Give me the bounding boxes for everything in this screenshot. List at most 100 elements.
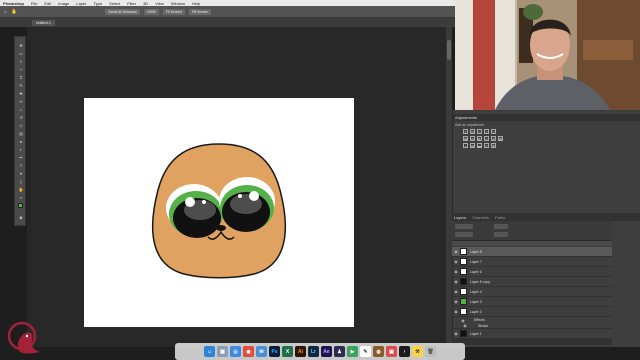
- launchpad-icon[interactable]: ▦: [217, 346, 228, 357]
- word-icon[interactable]: ✎: [360, 346, 371, 357]
- layer-name[interactable]: Layer 8: [470, 250, 482, 254]
- gradient-map-icon[interactable]: ▭: [484, 143, 489, 148]
- blur-icon[interactable]: ●: [18, 139, 24, 144]
- history-brush-icon[interactable]: ↺: [18, 115, 24, 120]
- effects-eye-icon[interactable]: ◉: [452, 318, 474, 323]
- hand-tool-icon[interactable]: ✋: [11, 9, 17, 15]
- excel-icon[interactable]: X: [282, 346, 293, 357]
- photo-filter-icon[interactable]: ◎: [484, 136, 489, 141]
- layer-name[interactable]: Layer 1: [470, 332, 482, 336]
- menu-edit[interactable]: Edit: [44, 1, 51, 6]
- menu-3d[interactable]: 3D: [143, 1, 148, 6]
- menu-help[interactable]: Help: [192, 1, 200, 6]
- layer-row-6[interactable]: ◉ Layer 6: [452, 267, 612, 277]
- hue-saturation-icon[interactable]: ▦: [463, 136, 468, 141]
- posterize-icon[interactable]: ▤: [470, 143, 475, 148]
- scroll-all-windows-checkbox[interactable]: Scroll All Windows: [105, 8, 140, 15]
- color-balance-icon[interactable]: ⚖: [470, 136, 475, 141]
- tab-paths[interactable]: Paths: [495, 215, 505, 220]
- terminal-icon[interactable]: ›: [399, 346, 410, 357]
- move-icon[interactable]: ✥: [18, 43, 24, 48]
- layer-name[interactable]: Layer 5 copy: [470, 280, 490, 284]
- visibility-eye-icon[interactable]: ◉: [452, 289, 460, 294]
- gradient-icon[interactable]: ▤: [18, 131, 24, 136]
- xcode-icon[interactable]: ⚒: [412, 346, 423, 357]
- brightness-icon[interactable]: ☀: [463, 129, 468, 134]
- vibrance-icon[interactable]: ▽: [491, 129, 496, 134]
- foreground-color-swatch[interactable]: [18, 203, 23, 208]
- menu-file[interactable]: File: [31, 1, 37, 6]
- menu-view[interactable]: View: [155, 1, 164, 6]
- visibility-eye-icon[interactable]: ◉: [452, 279, 460, 284]
- fill-field[interactable]: [494, 224, 508, 229]
- chrome-icon[interactable]: ◉: [243, 346, 254, 357]
- document-tab[interactable]: Untitled-1: [32, 19, 55, 26]
- illustrator-icon[interactable]: Ai: [295, 346, 306, 357]
- pen-icon[interactable]: ✒: [18, 155, 24, 160]
- safari-icon[interactable]: ◎: [230, 346, 241, 357]
- layer-row-2[interactable]: ◉ Layer 2: [452, 307, 612, 317]
- crop-icon[interactable]: ⌗: [18, 75, 24, 80]
- black-white-icon[interactable]: ◧: [477, 136, 482, 141]
- photoshop-icon[interactable]: Ps: [269, 346, 280, 357]
- tab-layers[interactable]: Layers: [454, 215, 466, 220]
- levels-icon[interactable]: ▥: [470, 129, 475, 134]
- menu-type[interactable]: Type: [93, 1, 102, 6]
- blend-mode-select[interactable]: [455, 232, 473, 237]
- marquee-icon[interactable]: ▭: [18, 51, 24, 56]
- opacity-field[interactable]: [494, 232, 508, 237]
- visibility-eye-icon[interactable]: ◉: [452, 259, 460, 264]
- visibility-eye-icon[interactable]: ◉: [452, 249, 460, 254]
- visibility-eye-icon[interactable]: ◉: [452, 299, 460, 304]
- curves-icon[interactable]: ∿: [477, 129, 482, 134]
- layer-row-5-copy[interactable]: ◉ Layer 5 copy: [452, 277, 612, 287]
- layer-name[interactable]: Layer 6: [470, 270, 482, 274]
- scrollbar-thumb[interactable]: [447, 40, 451, 60]
- threshold-icon[interactable]: ▬: [477, 143, 482, 148]
- fit-screen-button[interactable]: Fit Screen: [162, 8, 185, 15]
- visibility-eye-icon[interactable]: ◉: [452, 331, 460, 336]
- home-icon[interactable]: ⌂: [4, 9, 7, 15]
- layer-row-8[interactable]: ◉ Layer 8: [452, 247, 612, 257]
- visibility-eye-icon[interactable]: ◉: [452, 309, 460, 314]
- dodge-icon[interactable]: ◐: [18, 147, 24, 152]
- app-menu[interactable]: Photoshop: [3, 1, 24, 6]
- quick-mask-icon[interactable]: ◙: [18, 215, 24, 220]
- finder-icon[interactable]: ☺: [204, 346, 215, 357]
- stamp-icon[interactable]: ⊥: [18, 107, 24, 112]
- zoom-100-button[interactable]: 100%: [143, 8, 159, 15]
- path-select-icon[interactable]: ➤: [18, 171, 24, 176]
- layer-name[interactable]: Layer 2: [470, 310, 482, 314]
- visibility-eye-icon[interactable]: ◉: [452, 269, 460, 274]
- menu-layer[interactable]: Layer: [76, 1, 86, 6]
- layer-row-7[interactable]: ◉ Layer 7: [452, 257, 612, 267]
- hand-icon[interactable]: ✋: [18, 187, 24, 192]
- lightroom-icon[interactable]: Lr: [308, 346, 319, 357]
- menu-filter[interactable]: Filter: [127, 1, 136, 6]
- magic-wand-icon[interactable]: ✧: [18, 67, 24, 72]
- fill-screen-button[interactable]: Fill Screen: [188, 8, 212, 15]
- tab-channels[interactable]: Channels: [472, 215, 489, 220]
- layer-row-3[interactable]: ◉ Layer 3: [452, 297, 612, 307]
- exposure-icon[interactable]: ±: [484, 129, 489, 134]
- layer-name[interactable]: Layer 4: [470, 290, 482, 294]
- eraser-icon[interactable]: ◇: [18, 123, 24, 128]
- menu-window[interactable]: Window: [171, 1, 185, 6]
- document-canvas[interactable]: [84, 98, 354, 327]
- brush-icon[interactable]: ✏: [18, 99, 24, 104]
- menu-image[interactable]: Image: [58, 1, 69, 6]
- shape-icon[interactable]: ▯: [18, 179, 24, 184]
- selective-color-icon[interactable]: ✱: [491, 143, 496, 148]
- files-icon[interactable]: ▣: [386, 346, 397, 357]
- color-lookup-icon[interactable]: ▩: [498, 136, 503, 141]
- layer-row-4[interactable]: ◉ Layer 4: [452, 287, 612, 297]
- layer-kind-filter[interactable]: [455, 224, 473, 229]
- character-animator-icon[interactable]: ♟: [334, 346, 345, 357]
- preview-icon[interactable]: ▶: [347, 346, 358, 357]
- layer-name[interactable]: Layer 7: [470, 260, 482, 264]
- photos-icon[interactable]: ◍: [373, 346, 384, 357]
- layer-row-1[interactable]: ◉ Layer 1: [452, 329, 612, 339]
- trash-icon[interactable]: 🗑: [425, 346, 436, 357]
- eyedropper-icon[interactable]: ✎: [18, 83, 24, 88]
- channel-mixer-icon[interactable]: ⊕: [491, 136, 496, 141]
